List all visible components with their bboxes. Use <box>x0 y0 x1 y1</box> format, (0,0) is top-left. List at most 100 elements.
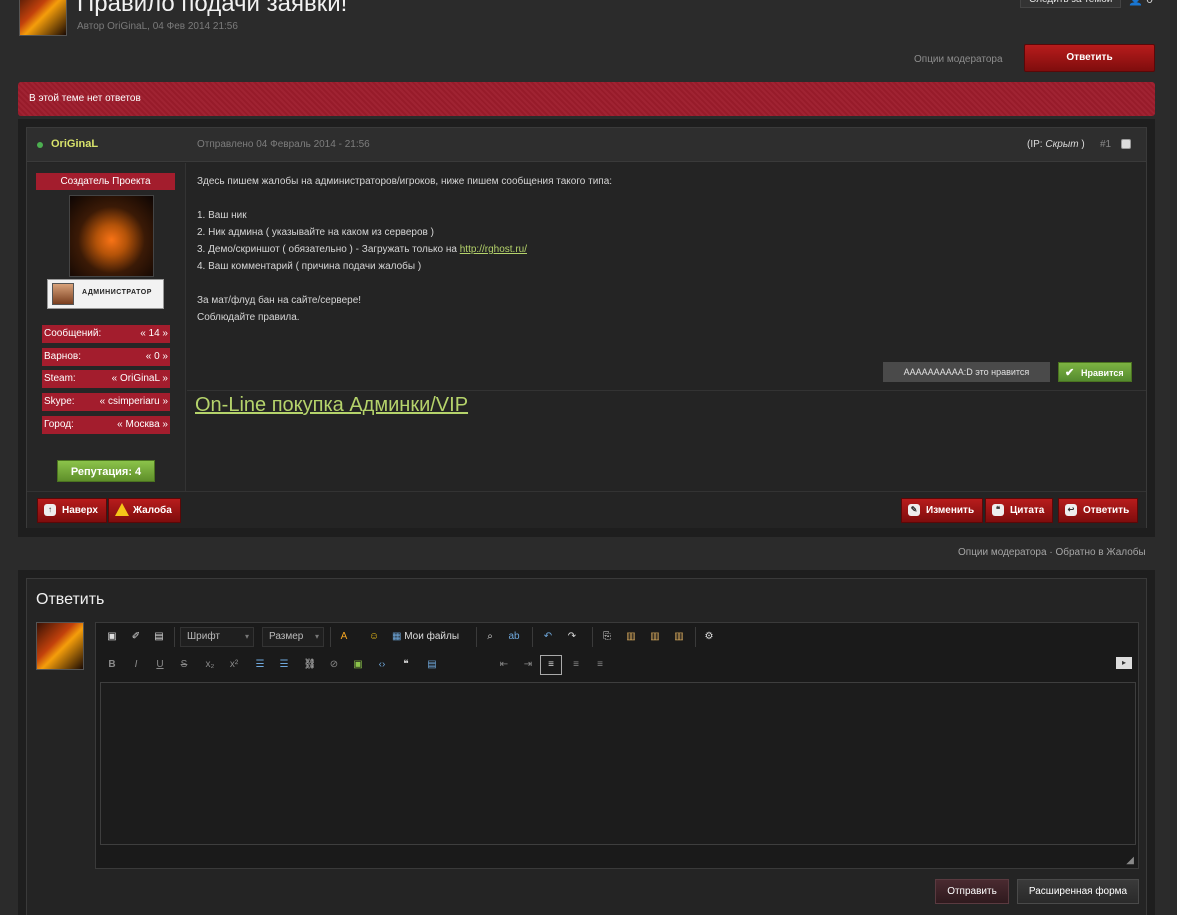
align-center-icon[interactable]: ≡ <box>568 657 584 673</box>
advanced-form-button[interactable]: Расширенная форма <box>1017 879 1139 904</box>
editor-toolbar-row-1: ▣ ✐ ▤ Шрифт ▾ Размер ▾ A ☺ ▦ Мои файлы ⌕ a… <box>96 623 1138 651</box>
back-to-top-button[interactable]: ↑ Наверх <box>37 498 107 523</box>
post-warning: За мат/флуд бан на сайте/сервере! <box>197 295 362 306</box>
bold-icon[interactable]: B <box>104 657 120 673</box>
ip-close: ) <box>1081 139 1085 150</box>
reply-textarea[interactable] <box>100 682 1136 845</box>
code-icon[interactable]: ‹› <box>374 657 390 673</box>
outdent-icon[interactable]: ⇤ <box>496 657 512 673</box>
toolbar-separator <box>695 627 696 647</box>
group-badge-image <box>52 283 74 305</box>
source-mode-icon[interactable]: ▣ <box>104 629 120 645</box>
image-icon[interactable]: ▣ <box>350 657 366 673</box>
stat-value: « Москва » <box>117 419 168 430</box>
author-photo[interactable] <box>69 195 154 277</box>
post-header: OriGinaL Отправлено 04 Февраль 2014 - 21… <box>27 128 1146 162</box>
align-left-icon[interactable]: ≡ <box>540 655 562 675</box>
topic-author-avatar[interactable] <box>19 0 67 36</box>
paste-text-icon[interactable]: ▥ <box>647 629 663 645</box>
my-files-button[interactable]: ▦ Мои файлы <box>392 629 459 645</box>
replace-icon[interactable]: ab <box>506 629 522 645</box>
edit-button[interactable]: ✎ Изменить <box>901 498 984 523</box>
reply-label: Ответить <box>1083 505 1130 516</box>
align-right-icon[interactable]: ≡ <box>592 657 608 673</box>
links-separator: · <box>1049 547 1053 558</box>
follow-topic-button[interactable]: Следить за темой <box>1020 0 1122 8</box>
author-sidebar: Создатель Проекта АДМИНИСТРАТОР Сообщени… <box>27 163 186 491</box>
signature-link[interactable]: On-Line покупка Админки/VIP <box>195 394 468 417</box>
reply-button[interactable]: ↩ Ответить <box>1058 498 1139 523</box>
text-color-icon[interactable]: A <box>336 629 352 645</box>
like-button[interactable]: ✔ Нравится <box>1058 362 1132 382</box>
font-select-label: Шрифт <box>187 631 220 642</box>
moderator-options-link-bottom[interactable]: Опции модератора <box>958 547 1047 558</box>
reply-bubble-icon: ↩ <box>1065 504 1077 516</box>
paste-icon[interactable]: ▥ <box>623 629 639 645</box>
post-rules: Соблюдайте правила. <box>197 312 300 323</box>
rghost-link[interactable]: http://rghost.ru/ <box>460 244 527 255</box>
quote-button[interactable]: ❝ Цитата <box>985 498 1054 523</box>
toolbar-separator <box>330 627 331 647</box>
smiley-icon[interactable]: ☺ <box>366 629 382 645</box>
reply-form-container: Ответить ▣ ✐ ▤ Шрифт ▾ Размер ▾ A ☺ ▦ Мои … <box>18 570 1155 915</box>
online-status-icon <box>37 142 43 148</box>
strikethrough-icon[interactable]: S <box>176 657 192 673</box>
bulleted-list-icon[interactable]: ☰ <box>252 657 268 673</box>
moderator-links: Опции модератора · Обратно в Жалобы <box>958 547 1146 558</box>
stat-skype: Skype: « csimperiaru » <box>42 393 170 411</box>
indent-icon[interactable]: ⇥ <box>520 657 536 673</box>
unlink-icon[interactable]: ⊘ <box>326 657 342 673</box>
followers-count-value: 0 <box>1146 0 1153 6</box>
italic-icon[interactable]: I <box>128 657 144 673</box>
paste-word-icon[interactable]: ▥ <box>671 629 687 645</box>
post-item-1: 1. Ваш ник <box>197 210 247 221</box>
resize-grip-icon[interactable]: ◢ <box>1126 855 1134 866</box>
warning-icon <box>115 503 129 516</box>
current-user-avatar <box>36 622 84 670</box>
back-to-top-label: Наверх <box>62 505 98 516</box>
media-icon[interactable]: ▤ <box>424 657 440 673</box>
post-item-2: 2. Ник админа ( указывайте на каком из с… <box>197 227 434 238</box>
moderator-options-link[interactable]: Опции модератора <box>914 54 1003 65</box>
find-icon[interactable]: ⌕ <box>482 629 498 645</box>
author-role: Создатель Проекта <box>36 173 175 190</box>
user-icon: 👤 <box>1128 0 1143 6</box>
subscript-icon[interactable]: x₂ <box>202 657 218 673</box>
undo-icon[interactable]: ↶ <box>540 629 556 645</box>
followers-count[interactable]: 👤 0 <box>1128 0 1153 6</box>
report-button[interactable]: Жалоба <box>108 498 181 523</box>
post-number-link[interactable]: #1 <box>1100 139 1111 150</box>
stat-value: « 14 » <box>140 328 168 339</box>
rich-text-editor: ▣ ✐ ▤ Шрифт ▾ Размер ▾ A ☺ ▦ Мои файлы ⌕ a… <box>95 622 1139 869</box>
ip-label: (IP: <box>1027 139 1043 150</box>
maximize-icon[interactable]: ▸ <box>1116 657 1132 669</box>
chevron-down-icon: ▾ <box>314 632 319 641</box>
redo-icon[interactable]: ↷ <box>564 629 580 645</box>
stat-key: Steam: <box>44 373 76 384</box>
link-icon[interactable]: ⛓ <box>302 657 318 673</box>
stat-key: Сообщений: <box>44 328 102 339</box>
post-select-checkbox[interactable] <box>1121 139 1131 149</box>
numbered-list-icon[interactable]: ☰ <box>276 657 292 673</box>
topic-title: Правило подачи заявки! <box>77 0 348 17</box>
my-files-label: Мои файлы <box>404 631 459 642</box>
post-author-name[interactable]: OriGinaL <box>51 138 98 150</box>
settings-icon[interactable]: ⚙ <box>701 629 717 645</box>
stat-value: « csimperiaru » <box>99 396 168 407</box>
reply-button-top[interactable]: Ответить <box>1024 44 1155 72</box>
size-select-label: Размер <box>269 631 304 642</box>
back-to-forum-link[interactable]: Обратно в Жалобы <box>1055 547 1145 558</box>
copy-icon[interactable]: ⎘ <box>599 629 615 645</box>
files-icon: ▦ <box>392 631 402 642</box>
quote-icon[interactable]: ❝ <box>398 657 414 673</box>
signature-divider <box>187 390 1146 391</box>
font-select[interactable]: Шрифт ▾ <box>180 627 254 647</box>
edit-bubble-icon: ✎ <box>908 504 920 516</box>
eraser-icon[interactable]: ✐ <box>128 629 144 645</box>
size-select[interactable]: Размер ▾ <box>262 627 324 647</box>
reply-form: Ответить ▣ ✐ ▤ Шрифт ▾ Размер ▾ A ☺ ▦ Мои … <box>26 578 1147 915</box>
template-icon[interactable]: ▤ <box>151 629 167 645</box>
underline-icon[interactable]: U <box>152 657 168 673</box>
submit-button[interactable]: Отправить <box>935 879 1009 904</box>
superscript-icon[interactable]: x² <box>226 657 242 673</box>
